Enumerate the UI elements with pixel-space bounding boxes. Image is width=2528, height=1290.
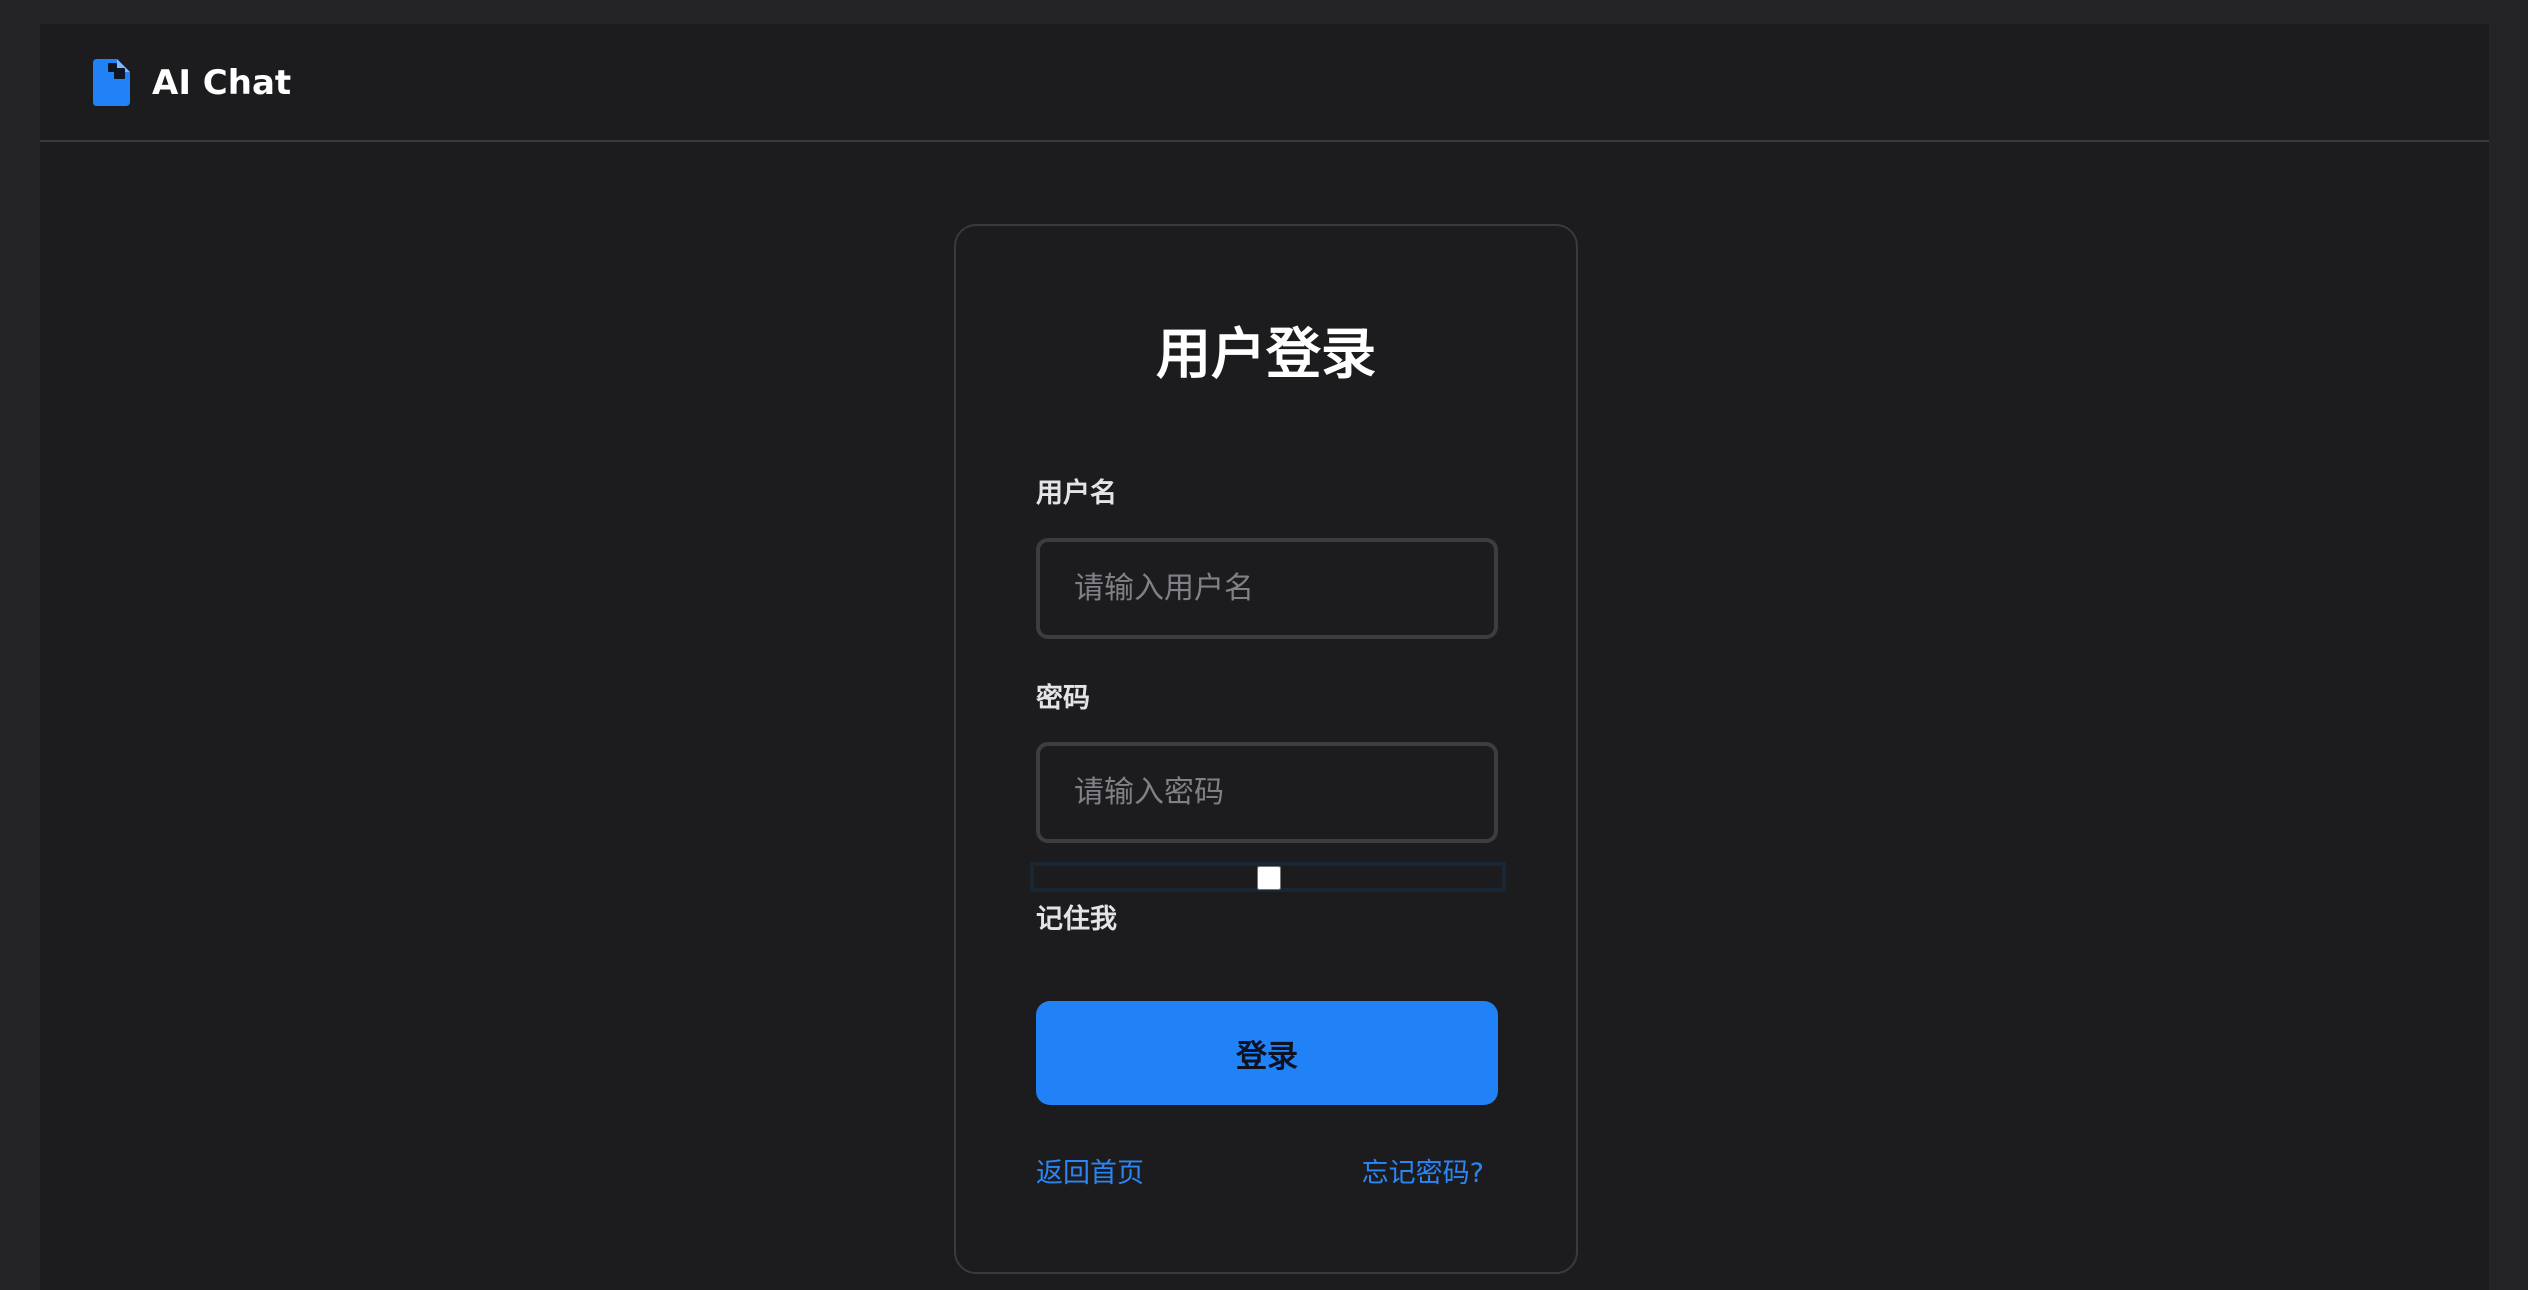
username-label: 用户名 [1036, 478, 1117, 509]
password-input[interactable] [1036, 742, 1498, 843]
login-button[interactable]: 登录 [1036, 1001, 1498, 1105]
login-title: 用户登录 [1155, 322, 1376, 386]
back-home-link[interactable]: 返回首页 [1036, 1156, 1144, 1192]
password-label: 密码 [1036, 683, 1090, 714]
document-icon[interactable] [93, 59, 130, 106]
remember-me-row[interactable] [1030, 862, 1506, 892]
login-card: 用户登录 用户名 密码 记住我 登录 返回首页 忘记密码? [954, 224, 1578, 1274]
username-input[interactable] [1036, 538, 1498, 639]
forgot-password-link[interactable]: 忘记密码? [1362, 1156, 1484, 1192]
app-title[interactable]: AI Chat [152, 59, 291, 107]
top-navbar: AI Chat [40, 24, 2489, 142]
remember-me-checkbox[interactable] [1257, 866, 1281, 890]
app-page: AI Chat 用户登录 用户名 密码 记住我 登录 返回首页 忘记密码? [40, 24, 2489, 1290]
remember-me-label[interactable]: 记住我 [1036, 902, 1117, 938]
